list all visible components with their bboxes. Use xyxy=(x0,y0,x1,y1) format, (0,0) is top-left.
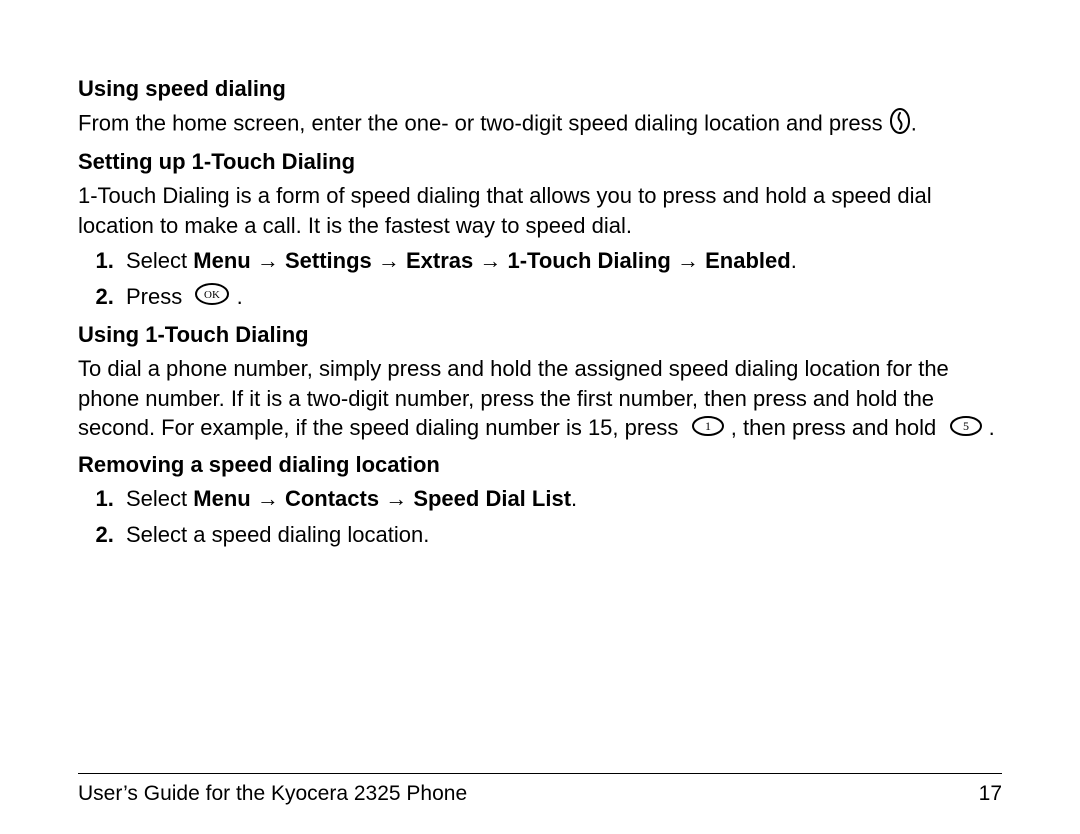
text-fragment: . xyxy=(237,284,243,309)
send-key-icon xyxy=(889,108,911,142)
paragraph-speed-dialing: From the home screen, enter the one- or … xyxy=(78,108,1002,142)
svg-text:1: 1 xyxy=(705,419,711,433)
key-1-icon: 1 xyxy=(691,415,725,445)
menu-path: Menu → Contacts → Speed Dial List xyxy=(193,486,571,511)
heading-using-1touch: Using 1-Touch Dialing xyxy=(78,320,1002,350)
paragraph-setup-1touch: 1-Touch Dialing is a form of speed diali… xyxy=(78,181,1002,240)
footer-title: User’s Guide for the Kyocera 2325 Phone xyxy=(78,780,467,808)
svg-text:OK: OK xyxy=(205,289,221,301)
text-fragment: Select xyxy=(126,486,193,511)
manual-page: Using speed dialing From the home screen… xyxy=(0,0,1080,834)
steps-removing: Select Menu → Contacts → Speed Dial List… xyxy=(78,484,1002,549)
text-fragment: From the home screen, enter the one- or … xyxy=(78,110,889,135)
heading-using-speed-dialing: Using speed dialing xyxy=(78,74,1002,104)
text-fragment: Select xyxy=(126,248,193,273)
footer-page-number: 17 xyxy=(979,780,1002,808)
step-1: Select Menu → Contacts → Speed Dial List… xyxy=(120,484,1002,514)
text-fragment: Press xyxy=(126,284,188,309)
menu-path: Menu → Settings → Extras → 1-Touch Diali… xyxy=(193,248,790,273)
paragraph-using-1touch: To dial a phone number, simply press and… xyxy=(78,354,1002,444)
text-fragment: . xyxy=(989,415,995,440)
steps-setup-1touch: Select Menu → Settings → Extras → 1-Touc… xyxy=(78,246,1002,314)
svg-text:5: 5 xyxy=(963,419,969,433)
text-fragment: , then press and hold xyxy=(731,415,943,440)
step-2: Select a speed dialing location. xyxy=(120,520,1002,550)
text-fragment: . xyxy=(571,486,577,511)
heading-removing: Removing a speed dialing location xyxy=(78,450,1002,480)
page-footer: User’s Guide for the Kyocera 2325 Phone … xyxy=(78,780,1002,808)
step-2: Press OK . xyxy=(120,282,1002,314)
text-fragment: . xyxy=(791,248,797,273)
footer-divider xyxy=(78,773,1002,774)
ok-key-icon: OK xyxy=(194,282,230,314)
key-5-icon: 5 xyxy=(949,415,983,445)
text-fragment: . xyxy=(911,110,917,135)
step-1: Select Menu → Settings → Extras → 1-Touc… xyxy=(120,246,1002,276)
heading-setup-1touch: Setting up 1-Touch Dialing xyxy=(78,147,1002,177)
